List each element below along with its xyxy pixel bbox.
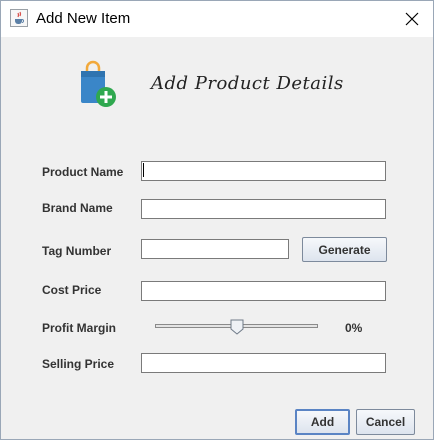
close-icon[interactable] [395,5,429,33]
dialog-content: Add Product Details Product Name Brand N… [1,37,433,439]
brand-name-input[interactable] [141,199,386,219]
selling-price-input[interactable] [141,353,386,373]
java-cup-icon [10,9,28,27]
tag-number-label: Tag Number [42,244,112,258]
window-title: Add New Item [36,10,131,27]
add-new-item-dialog: Add New Item Add Product Details Product… [0,0,434,440]
add-button[interactable]: Add [295,409,350,435]
cancel-button[interactable]: Cancel [356,409,415,435]
cost-price-input[interactable] [141,281,386,301]
form-heading: Add Product Details [151,73,344,94]
brand-name-label: Brand Name [42,201,113,215]
generate-button[interactable]: Generate [302,237,387,262]
title-bar: Add New Item [1,1,433,37]
selling-price-label: Selling Price [42,357,115,371]
product-name-input[interactable] [141,161,386,181]
cost-price-label: Cost Price [42,283,102,297]
text-caret [143,163,144,177]
profit-margin-label: Profit Margin [42,321,116,335]
profit-margin-slider-thumb[interactable] [230,319,244,335]
product-name-label: Product Name [42,165,124,179]
shopping-bag-add-icon [79,59,119,116]
tag-number-input[interactable] [141,239,289,259]
profit-margin-value: 0% [345,321,363,335]
